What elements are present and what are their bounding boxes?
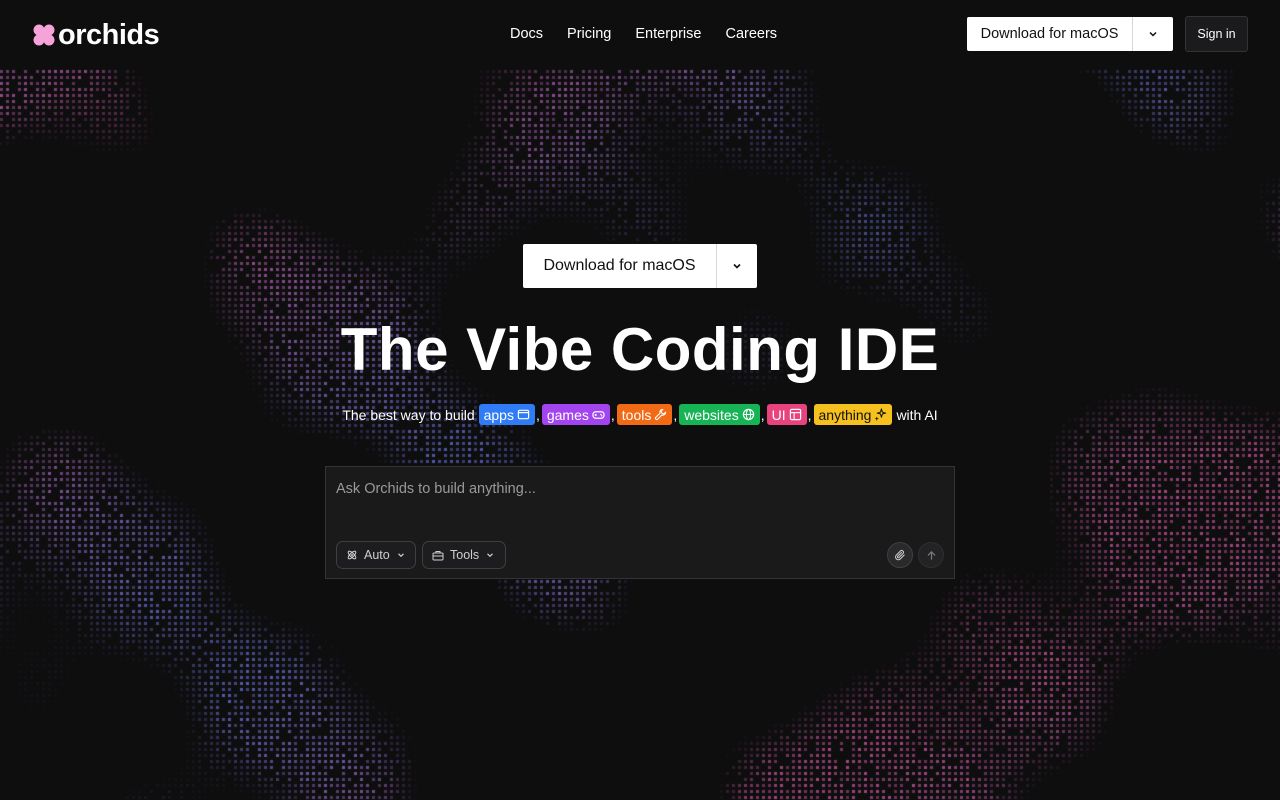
nav-careers[interactable]: Careers	[725, 26, 777, 42]
hero-download-button[interactable]: Download for macOS	[523, 244, 757, 288]
chip-tools[interactable]: tools	[616, 404, 673, 425]
mode-selector[interactable]: Auto	[336, 541, 416, 569]
chevron-down-icon	[397, 553, 404, 558]
subtitle-prefix: The best way to build	[342, 406, 475, 423]
chip-label: anything	[818, 406, 872, 423]
paperclip-icon	[894, 549, 905, 560]
header-download-dropdown[interactable]	[1133, 17, 1173, 51]
hero-subtitle: The best way to build apps , games , too…	[0, 404, 1280, 425]
send-button[interactable]	[918, 542, 944, 568]
chip-label: apps	[483, 406, 514, 423]
chip-apps[interactable]: apps	[478, 404, 535, 425]
toolbox-icon	[432, 551, 444, 561]
brand-logo[interactable]: orchids	[32, 19, 160, 51]
pixel-dot-background	[0, 0, 1280, 800]
chip-label: UI	[771, 406, 786, 423]
nav-pricing[interactable]: Pricing	[567, 26, 611, 42]
comma: ,	[760, 406, 765, 423]
atom-icon	[347, 550, 357, 560]
chip-ui[interactable]: UI	[766, 404, 807, 425]
comma: ,	[535, 406, 540, 423]
hero-download-dropdown[interactable]	[717, 244, 757, 288]
chip-label: tools	[621, 406, 652, 423]
brand-name: orchids	[58, 19, 160, 51]
prompt-box: Auto Tools	[325, 466, 955, 579]
chevron-down-icon	[487, 553, 494, 558]
sign-in-button[interactable]: Sign in	[1185, 16, 1248, 52]
orchid-logo-icon	[33, 24, 55, 46]
subtitle-suffix: with AI	[896, 406, 938, 423]
wrench-icon	[655, 408, 667, 421]
app-window-icon	[517, 409, 530, 420]
chip-label: websites	[684, 406, 739, 423]
hero-download-label[interactable]: Download for macOS	[523, 244, 717, 288]
prompt-input[interactable]	[336, 479, 936, 499]
chip-websites[interactable]: websites	[679, 404, 760, 425]
nav-enterprise[interactable]: Enterprise	[635, 26, 701, 42]
main-nav: Docs Pricing Enterprise Careers	[510, 26, 777, 42]
header-download-label[interactable]: Download for macOS	[967, 17, 1133, 51]
chip-label: games	[546, 406, 589, 423]
mode-label: Auto	[364, 548, 390, 562]
tools-label: Tools	[450, 548, 480, 562]
arrow-up-icon	[927, 550, 935, 560]
site-header: orchids Docs Pricing Enterprise Careers …	[0, 0, 1280, 68]
sparkles-icon	[874, 408, 887, 421]
comma: ,	[673, 406, 678, 423]
gamepad-icon	[592, 411, 605, 419]
comma: ,	[610, 406, 615, 423]
comma: ,	[807, 406, 812, 423]
layout-icon	[789, 408, 801, 421]
header-download-button[interactable]: Download for macOS	[967, 17, 1173, 51]
chevron-down-icon	[733, 263, 741, 269]
tools-selector[interactable]: Tools	[422, 541, 506, 569]
chip-games[interactable]: games	[541, 404, 610, 425]
nav-docs[interactable]: Docs	[510, 26, 543, 42]
globe-icon	[742, 408, 754, 421]
page-title: The Vibe Coding IDE	[340, 316, 940, 383]
chip-anything[interactable]: anything	[813, 404, 893, 425]
attach-button[interactable]	[887, 542, 913, 568]
chevron-down-icon	[1149, 31, 1157, 37]
